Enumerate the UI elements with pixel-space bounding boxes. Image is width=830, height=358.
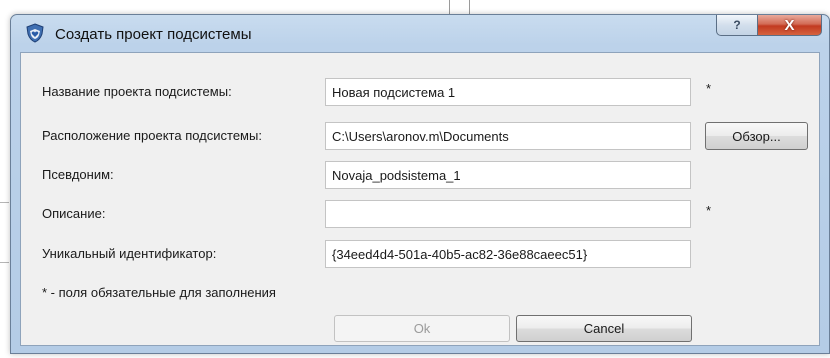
title-bar[interactable]: Создать проект подсистемы ? X bbox=[11, 15, 829, 55]
cancel-button[interactable]: Cancel bbox=[516, 315, 692, 342]
alias-input[interactable] bbox=[325, 161, 691, 189]
location-label: Расположение проекта подсистемы: bbox=[42, 128, 262, 143]
close-button[interactable]: X bbox=[757, 15, 822, 36]
background-divider bbox=[0, 202, 9, 203]
description-label: Описание: bbox=[42, 206, 106, 221]
subsystem-name-input[interactable] bbox=[325, 78, 691, 106]
unique-id-input[interactable] bbox=[325, 240, 691, 268]
background-divider bbox=[449, 0, 450, 14]
background-divider bbox=[0, 262, 9, 263]
ok-button-label: Ok bbox=[413, 321, 431, 336]
shield-heart-icon bbox=[26, 23, 44, 43]
required-fields-note: * - поля обязательные для заполнения bbox=[42, 285, 276, 300]
required-mark: * bbox=[706, 203, 712, 218]
browse-button[interactable]: Обзор... bbox=[705, 122, 808, 150]
description-input[interactable] bbox=[325, 200, 691, 228]
close-icon: X bbox=[784, 16, 795, 34]
subsystem-name-label: Название проекта подсистемы: bbox=[42, 84, 232, 99]
ok-button[interactable]: Ok bbox=[334, 315, 510, 342]
create-subsystem-dialog: Создать проект подсистемы ? X Название п… bbox=[10, 14, 830, 354]
dialog-body: Название проекта подсистемы: * Расположе… bbox=[20, 52, 820, 346]
background-divider bbox=[469, 0, 470, 14]
help-icon: ? bbox=[733, 18, 741, 32]
unique-id-label: Уникальный идентификатор: bbox=[42, 246, 217, 261]
browse-button-label: Обзор... bbox=[732, 128, 781, 144]
alias-label: Псевдоним: bbox=[42, 167, 114, 182]
required-mark: * bbox=[706, 81, 712, 96]
location-input[interactable] bbox=[325, 122, 691, 150]
help-button[interactable]: ? bbox=[716, 15, 758, 36]
cancel-button-label: Cancel bbox=[583, 321, 625, 336]
dialog-title: Создать проект подсистемы bbox=[55, 26, 252, 43]
